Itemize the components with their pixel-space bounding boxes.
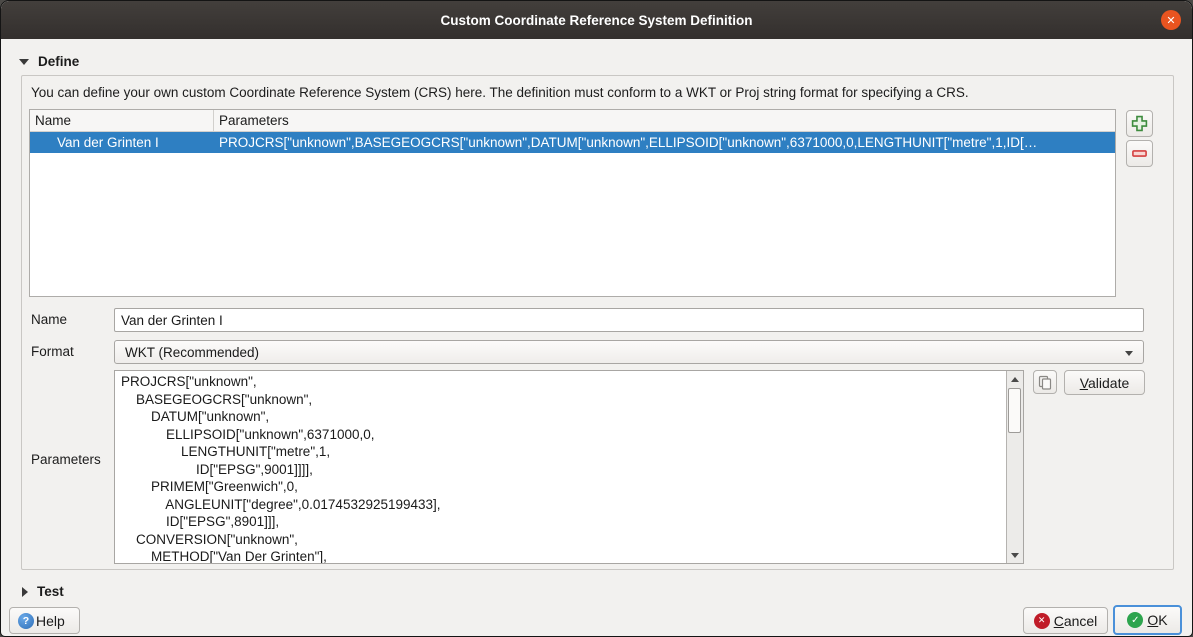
parameters-scrollbar[interactable] bbox=[1006, 371, 1023, 563]
ok-mnemonic: O bbox=[1147, 612, 1158, 628]
copy-icon bbox=[1038, 375, 1052, 390]
format-selected-value: WKT (Recommended) bbox=[125, 345, 259, 360]
cancel-x-icon: ✕ bbox=[1034, 613, 1050, 629]
add-crs-button[interactable] bbox=[1126, 110, 1153, 137]
test-section-toggle[interactable]: Test bbox=[22, 584, 64, 599]
define-section-toggle[interactable]: Define bbox=[19, 54, 79, 69]
parameters-editor[interactable]: PROJCRS["unknown", BASEGEOGCRS["unknown"… bbox=[114, 370, 1024, 564]
crs-row-parameters[interactable]: PROJCRS["unknown",BASEGEOGCRS["unknown",… bbox=[214, 132, 1115, 153]
copy-wkt-button[interactable] bbox=[1033, 370, 1057, 394]
validate-mnemonic: V bbox=[1080, 375, 1088, 391]
cancel-label: ancel bbox=[1064, 613, 1097, 629]
help-label: Help bbox=[36, 613, 65, 629]
cancel-mnemonic: C bbox=[1054, 613, 1064, 629]
crs-description-text: You can define your own custom Coordinat… bbox=[31, 85, 1166, 100]
scroll-up-icon[interactable] bbox=[1007, 371, 1023, 387]
parameters-label: Parameters bbox=[31, 452, 101, 467]
parameters-wkt-text[interactable]: PROJCRS["unknown", BASEGEOGCRS["unknown"… bbox=[121, 373, 1005, 564]
collapse-arrow-icon bbox=[19, 59, 29, 65]
titlebar[interactable]: Custom Coordinate Reference System Defin… bbox=[1, 1, 1192, 39]
minus-icon bbox=[1131, 145, 1148, 162]
cancel-button[interactable]: ✕ Cancel bbox=[1023, 607, 1108, 634]
ok-label: K bbox=[1158, 612, 1167, 628]
expand-arrow-icon bbox=[22, 587, 28, 597]
crs-row-name[interactable]: Van der Grinten I bbox=[30, 132, 214, 153]
format-label: Format bbox=[31, 344, 74, 359]
plus-icon bbox=[1131, 115, 1148, 132]
define-section-label: Define bbox=[38, 54, 79, 69]
test-section-label: Test bbox=[37, 584, 64, 599]
column-header-name[interactable]: Name bbox=[30, 110, 214, 131]
validate-button[interactable]: Validate bbox=[1064, 370, 1145, 395]
ok-check-icon: ✓ bbox=[1127, 612, 1143, 628]
name-input[interactable] bbox=[114, 308, 1144, 332]
crs-list[interactable]: Name Parameters Van der Grinten I PROJCR… bbox=[29, 109, 1116, 297]
table-row[interactable]: Van der Grinten I PROJCRS["unknown",BASE… bbox=[30, 132, 1115, 153]
scrollbar-thumb[interactable] bbox=[1008, 388, 1021, 433]
scroll-down-icon[interactable] bbox=[1007, 547, 1023, 563]
custom-crs-dialog: Custom Coordinate Reference System Defin… bbox=[0, 0, 1193, 637]
ok-button[interactable]: ✓ OK bbox=[1113, 605, 1182, 635]
format-select[interactable]: WKT (Recommended) bbox=[114, 340, 1144, 364]
help-icon: ? bbox=[18, 613, 34, 629]
chevron-down-icon bbox=[1125, 351, 1133, 356]
remove-crs-button[interactable] bbox=[1126, 140, 1153, 167]
help-button[interactable]: ? Help bbox=[9, 607, 80, 634]
validate-label: alidate bbox=[1088, 375, 1129, 391]
column-header-parameters[interactable]: Parameters bbox=[214, 110, 1115, 131]
window-title: Custom Coordinate Reference System Defin… bbox=[440, 13, 752, 28]
name-label: Name bbox=[31, 312, 67, 327]
crs-list-header: Name Parameters bbox=[30, 110, 1115, 132]
close-icon[interactable]: ✕ bbox=[1161, 10, 1181, 30]
